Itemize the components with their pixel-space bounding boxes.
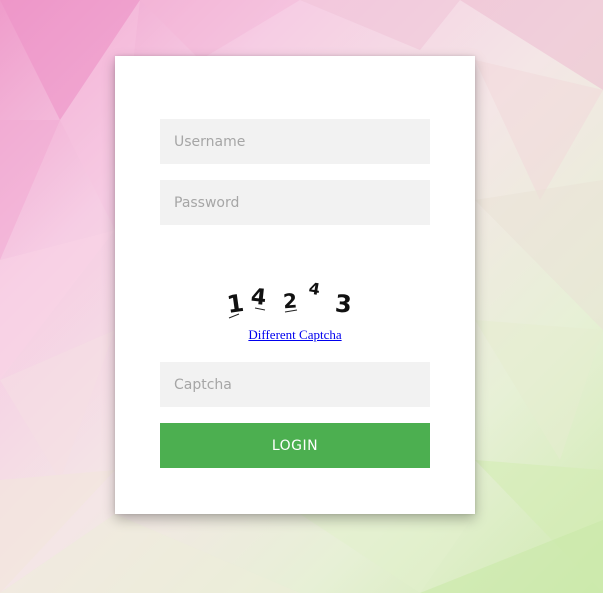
- login-button[interactable]: LOGIN: [160, 423, 430, 468]
- captcha-char: 3: [334, 290, 353, 319]
- captcha-char: 2: [282, 288, 298, 313]
- password-field[interactable]: [160, 180, 430, 225]
- captcha-char: 4: [250, 284, 268, 310]
- captcha-char: 1: [225, 289, 245, 319]
- username-field[interactable]: [160, 119, 430, 164]
- captcha-image: 1 4 2 4 3: [225, 278, 353, 319]
- login-card: 1 4 2 4 3 Different Captcha LOGIN: [115, 56, 475, 514]
- captcha-char: 4: [307, 278, 321, 299]
- captcha-field[interactable]: [160, 362, 430, 407]
- different-captcha-link[interactable]: Different Captcha: [115, 327, 475, 343]
